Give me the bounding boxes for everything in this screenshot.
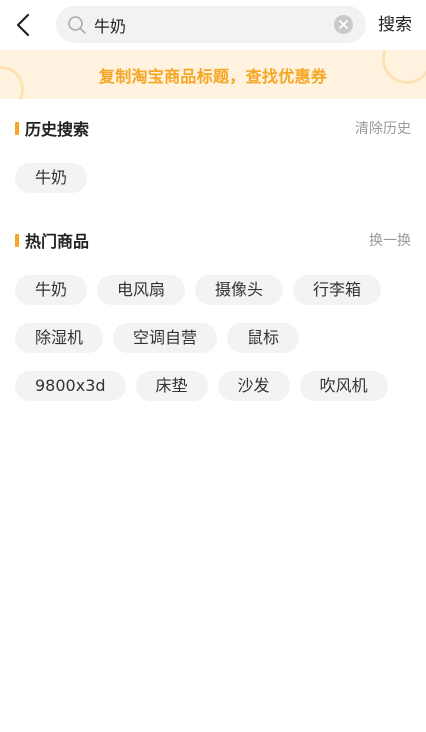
hot-tag[interactable]: 鼠标 <box>227 323 300 353</box>
clear-icon[interactable] <box>333 14 354 35</box>
hot-section: 热门商品 换一换 牛奶 电风扇 摄像头 行李箱 除湿机 空调自营 鼠标 9800… <box>0 225 426 419</box>
banner-text: 复制淘宝商品标题，查找优惠券 <box>98 66 328 86</box>
search-icon <box>68 16 86 34</box>
hot-title-bar <box>15 233 19 247</box>
hot-tag[interactable]: 电风扇 <box>97 275 186 305</box>
hot-tag[interactable]: 摄像头 <box>195 275 284 305</box>
hot-tag[interactable]: 9800x3d <box>15 371 126 401</box>
coupon-banner[interactable]: 复制淘宝商品标题，查找优惠券 <box>0 50 426 99</box>
search-input[interactable] <box>94 6 324 43</box>
clear-history-button[interactable]: 清除历史 <box>355 118 411 138</box>
hot-title: 热门商品 <box>25 232 90 251</box>
history-tags: 牛奶 <box>15 163 411 211</box>
history-tag[interactable]: 牛奶 <box>15 163 88 193</box>
hot-tag[interactable]: 床垫 <box>135 371 208 401</box>
back-button[interactable] <box>8 9 38 41</box>
history-title-bar <box>15 121 19 135</box>
search-page: 搜索 复制淘宝商品标题，查找优惠券 历史搜索 清除历史 牛奶 热门商品 换一换 … <box>0 0 426 732</box>
history-header: 历史搜索 清除历史 <box>15 113 411 143</box>
hot-tags: 牛奶 电风扇 摄像头 行李箱 除湿机 空调自营 鼠标 9800x3d 床垫 沙发… <box>15 275 411 419</box>
back-arrow-icon <box>16 13 30 37</box>
hot-tag[interactable]: 除湿机 <box>15 323 104 353</box>
hot-tag[interactable]: 牛奶 <box>15 275 88 305</box>
search-header: 搜索 <box>0 0 426 50</box>
search-button[interactable]: 搜索 <box>378 13 412 37</box>
hot-tag[interactable]: 空调自营 <box>113 323 218 353</box>
hot-tag[interactable]: 沙发 <box>217 371 290 401</box>
history-title-wrap: 历史搜索 <box>15 116 89 140</box>
hot-tag[interactable]: 行李箱 <box>293 275 382 305</box>
banner-decoration-left <box>0 66 24 99</box>
search-box[interactable] <box>56 6 366 43</box>
hot-title-wrap: 热门商品 <box>15 228 89 252</box>
history-section: 历史搜索 清除历史 牛奶 <box>0 113 426 211</box>
refresh-hot-button[interactable]: 换一换 <box>369 230 411 250</box>
hot-tag[interactable]: 吹风机 <box>299 371 388 401</box>
banner-decoration-right <box>382 50 426 84</box>
history-title: 历史搜索 <box>25 120 90 139</box>
hot-header: 热门商品 换一换 <box>15 225 411 255</box>
